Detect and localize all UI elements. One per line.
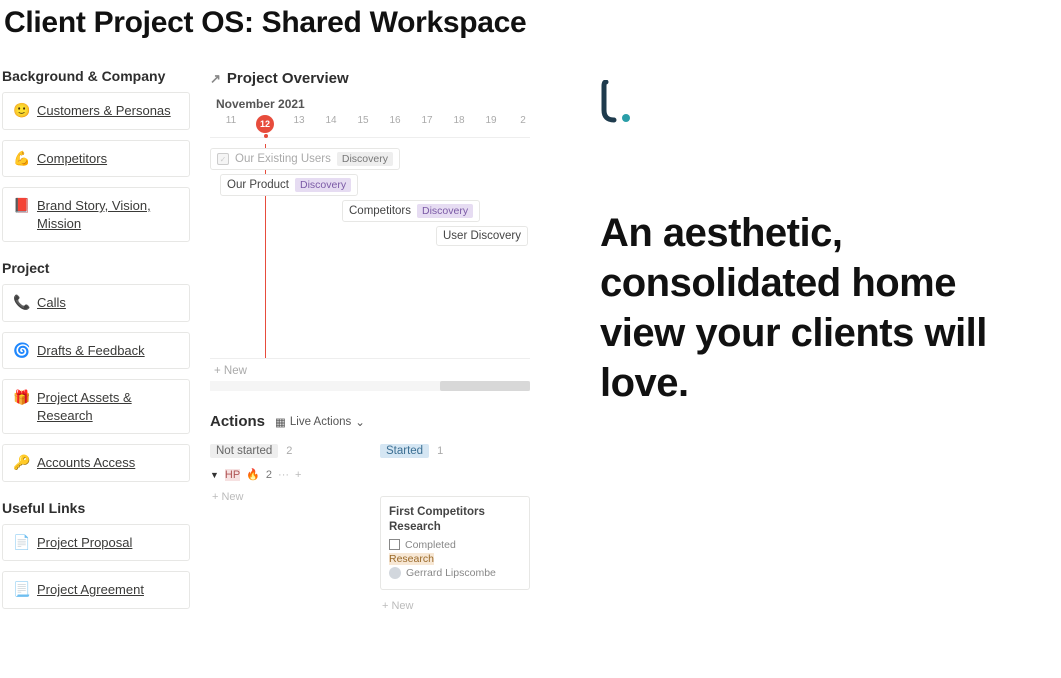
sidebar-item-accounts-access[interactable]: 🔑 Accounts Access [2,444,190,482]
date-cell: 15 [356,115,370,135]
board-icon: ▦ [275,415,286,429]
date-cell: 11 [224,115,238,135]
sidebar-item-label: Project Proposal [37,534,132,552]
bar-title: User Discovery [443,230,521,242]
kanban-column-not-started: Not started 2 ▼ HP 🔥 2 ··· + + New [210,444,360,616]
sidebar-item-label: Customers & Personas [37,102,171,120]
swirl-icon: 🌀 [13,342,29,358]
sidebar-item-label: Drafts & Feedback [37,342,145,360]
sidebar-item-label: Project Assets & Research [37,389,179,424]
month-label: November 2021 [216,97,530,111]
hero-panel: An aesthetic, consolidated home view you… [530,0,1061,678]
date-cell: 18 [452,115,466,135]
date-cell: 19 [484,115,498,135]
sidebar-item-label: Brand Story, Vision, Mission [37,197,179,232]
chevron-down-icon: ⌄ [355,415,365,429]
timeline-bar-existing-users[interactable]: ✓ Our Existing Users Discovery [210,148,400,170]
today-marker: 12 [256,115,274,133]
sidebar-item-label: Calls [37,294,66,312]
view-label: Live Actions [290,416,351,428]
status-tag: Started [380,444,429,458]
column-count: 1 [437,445,443,457]
page-icon: 📃 [13,581,29,597]
card-assignee: Gerrard Lipscombe [406,567,496,579]
date-cell: 16 [388,115,402,135]
phone-icon: 📞 [13,294,29,310]
view-switcher[interactable]: ▦ Live Actions ⌄ [275,415,365,429]
date-cell: 2 [516,115,530,135]
sidebar-item-brand-story[interactable]: 📕 Brand Story, Vision, Mission [2,187,190,242]
bar-status: Discovery [295,178,351,192]
today-dot-icon [264,134,268,138]
hero-headline: An aesthetic, consolidated home view you… [600,208,1021,408]
kanban-card[interactable]: First Competitors Research Completed Res… [380,496,530,590]
sidebar-item-customers-personas[interactable]: 🙂 Customers & Personas [2,92,190,130]
actions-heading: Actions [210,413,265,430]
section-label-project: Project [2,260,190,276]
sidebar-item-assets-research[interactable]: 🎁 Project Assets & Research [2,379,190,434]
kanban-new-card[interactable]: + New [210,487,360,507]
horizontal-scrollbar[interactable] [210,381,530,391]
status-tag: Not started [210,444,278,458]
more-icon[interactable]: ··· [278,469,289,481]
card-prop-completed: Completed [405,539,456,551]
sidebar-item-label: Competitors [37,150,107,168]
caret-down-icon: ▼ [210,470,219,480]
sidebar-item-label: Project Agreement [37,581,144,599]
fire-icon: 🔥 [246,468,260,481]
card-tag: Research [389,553,434,565]
smile-icon: 🙂 [13,102,29,118]
kanban-column-header[interactable]: Not started 2 [210,444,360,458]
gantt-area[interactable]: ✓ Our Existing Users Discovery Our Produ… [210,144,530,358]
book-icon: 📕 [13,197,29,213]
bar-title: Our Product [227,179,289,191]
date-cell: 17 [420,115,434,135]
main-content: ↗ Project Overview November 2021 11 12 1… [210,68,530,627]
column-count: 2 [286,445,292,457]
sidebar-item-project-agreement[interactable]: 📃 Project Agreement [2,571,190,609]
open-arrow-icon: ↗ [210,71,221,87]
subgroup-tag: HP [225,469,240,481]
timeline-bar-competitors[interactable]: Competitors Discovery [342,200,480,222]
kanban-new-card[interactable]: + New [380,596,530,616]
checkbox-icon[interactable] [389,539,400,550]
date-cell: 14 [324,115,338,135]
bar-title: Competitors [349,205,411,217]
bar-status: Discovery [337,152,393,166]
date-cell: 13 [292,115,306,135]
kanban-column-started: Started 1 First Competitors Research Com… [380,444,530,616]
check-icon: ✓ [217,153,229,165]
date-row: 11 12 13 14 15 16 17 18 19 2 [210,115,530,135]
project-overview-header[interactable]: ↗ Project Overview [210,70,530,87]
subgroup-count: 2 [266,469,272,481]
bar-title: Our Existing Users [235,153,331,165]
add-icon[interactable]: + [295,469,301,481]
section-label-useful-links: Useful Links [2,500,190,516]
timeline-bar-user-discovery[interactable]: User Discovery [436,226,528,246]
sidebar-item-calls[interactable]: 📞 Calls [2,284,190,322]
section-label-background: Background & Company [2,68,190,84]
timeline: November 2021 11 12 13 14 15 16 17 18 19… [210,97,530,138]
timeline-new-button[interactable]: + New [210,358,530,383]
doc-icon: 📄 [13,534,29,550]
gift-icon: 🎁 [13,389,29,405]
scrollbar-thumb[interactable] [440,381,530,391]
card-title: First Competitors Research [389,505,521,535]
sidebar-item-drafts-feedback[interactable]: 🌀 Drafts & Feedback [2,332,190,370]
key-icon: 🔑 [13,454,29,470]
timeline-bar-our-product[interactable]: Our Product Discovery [220,174,358,196]
flex-icon: 💪 [13,150,29,166]
bar-status: Discovery [417,204,473,218]
sidebar-item-competitors[interactable]: 💪 Competitors [2,140,190,178]
brand-logo-icon [600,80,634,124]
kanban-column-header[interactable]: Started 1 [380,444,530,458]
kanban-board: Not started 2 ▼ HP 🔥 2 ··· + + New [210,444,530,616]
page-title: Client Project OS: Shared Workspace [0,0,530,68]
sidebar-item-label: Accounts Access [37,454,135,472]
project-overview-title: Project Overview [227,70,349,87]
avatar-icon [389,567,401,579]
kanban-subgroup[interactable]: ▼ HP 🔥 2 ··· + [210,468,360,481]
sidebar-item-project-proposal[interactable]: 📄 Project Proposal [2,524,190,562]
sidebar: Background & Company 🙂 Customers & Perso… [0,68,190,627]
